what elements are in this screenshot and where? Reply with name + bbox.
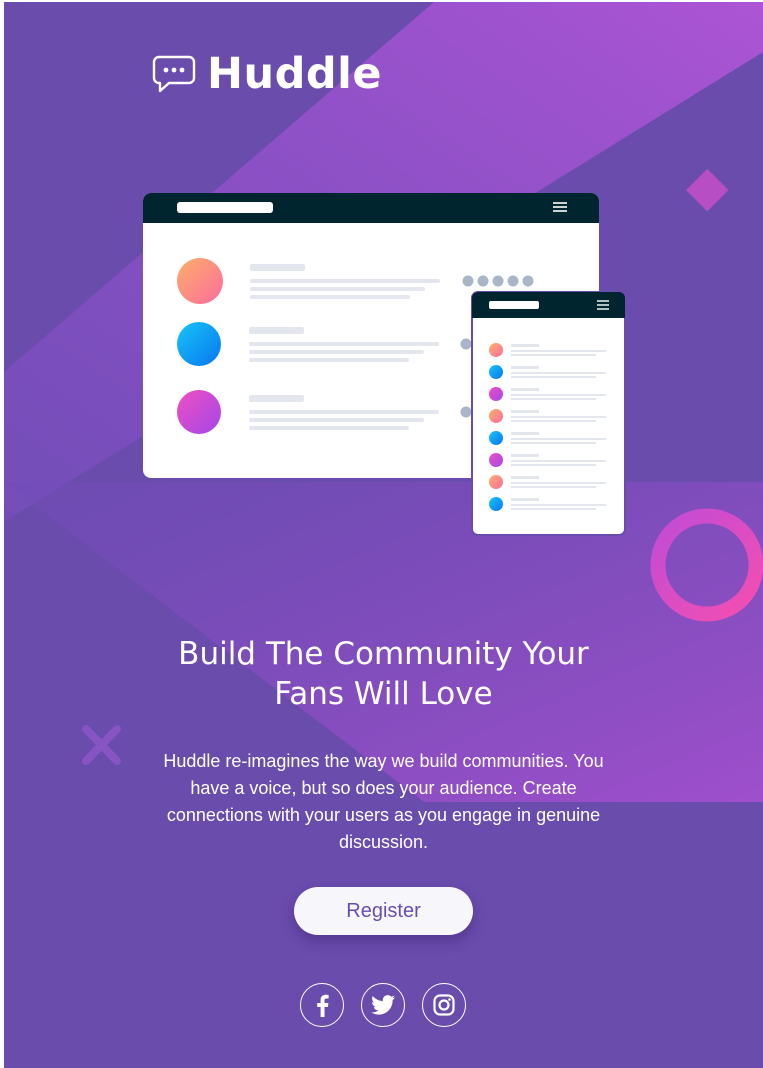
register-button[interactable]: Register xyxy=(294,887,473,935)
twitter-link[interactable] xyxy=(361,983,405,1027)
instagram-icon xyxy=(433,994,455,1016)
x-shape xyxy=(82,725,121,765)
mobile-window-mockup xyxy=(471,291,626,536)
facebook-icon xyxy=(317,994,329,1017)
landing-page: Huddle Build The Community Your Fans Wil… xyxy=(4,2,763,1068)
app-mockup-illustration xyxy=(143,193,626,536)
twitter-icon xyxy=(371,995,395,1015)
instagram-link[interactable] xyxy=(422,983,466,1027)
hero-headline-line1: Build The Community Your xyxy=(178,636,589,672)
facebook-link[interactable] xyxy=(300,983,344,1027)
hero-headline-line2: Fans Will Love xyxy=(274,676,493,712)
hero-description: Huddle re-imagines the way we build comm… xyxy=(163,751,604,852)
hero-headline: Build The Community Your Fans Will Love xyxy=(104,634,663,714)
